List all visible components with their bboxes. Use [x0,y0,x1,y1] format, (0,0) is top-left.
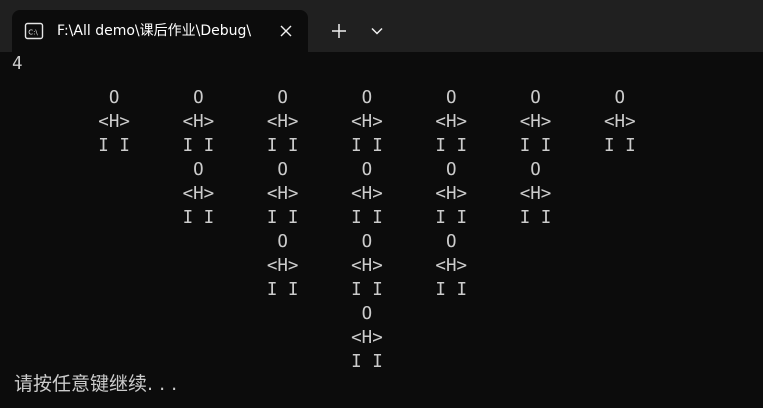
active-tab[interactable]: C:\ F:\All demo\课后作业\Debug\ [12,10,308,52]
console-line: I I I I I I I I I I I I I I [14,136,636,156]
console-line: O O O O O O O [14,88,626,108]
plus-icon[interactable] [328,20,350,42]
console-line: O [14,304,373,324]
tab-bar: C:\ F:\All demo\课后作业\Debug\ [0,0,763,52]
console-line: O O O O O [14,160,541,180]
console-line: <H> <H> <H> [14,256,468,276]
console-line: <H> <H> <H> <H> <H> [14,184,552,204]
close-icon[interactable] [276,21,296,41]
terminal-window: C:\ F:\All demo\课后作业\Debug\ 4 O O O O O … [0,0,763,408]
console-line: 4 [12,54,23,74]
console-app-icon: C:\ [24,21,44,41]
tab-title: F:\All demo\课后作业\Debug\ [57,23,252,39]
console-line: I I I I I I I I I I [14,208,552,228]
console-output[interactable]: 4 O O O O O O O <H> <H> <H> <H> <H> <H> … [0,52,763,408]
console-line: I I [14,352,383,372]
press-any-key-prompt: 请按任意键继续. . . [14,373,178,395]
console-line: O O O [14,232,457,252]
chevron-down-icon[interactable] [366,20,388,42]
svg-text:C:\: C:\ [28,29,38,37]
console-line: I I I I I I [14,280,468,300]
console-line: <H> <H> <H> <H> <H> <H> <H> [14,112,636,132]
console-line: <H> [14,328,383,348]
